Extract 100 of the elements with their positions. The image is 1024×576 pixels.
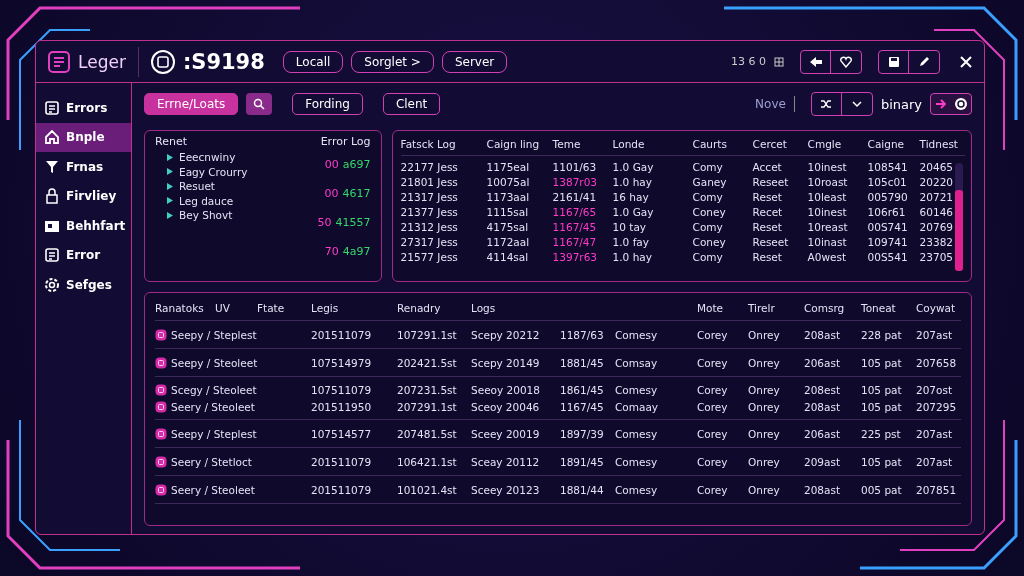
table-cell-text: 105c01: [867, 175, 908, 188]
heart-icon: [840, 55, 852, 68]
log-entry: 70 4a97: [324, 244, 371, 260]
tree-item[interactable]: Bey Shovt: [155, 208, 248, 223]
table-cell-text: Onrey: [748, 383, 781, 396]
table-cell-text: 201511079: [311, 483, 373, 496]
table-cell-text: 21801 Jess: [400, 175, 459, 188]
scrollbar[interactable]: [955, 163, 963, 271]
document-icon: [44, 99, 60, 116]
tree-item[interactable]: Eeecnwiny: [155, 150, 248, 165]
table-cell-text: 207231.5st: [397, 383, 458, 396]
table-cell-text: Sceey 20019: [471, 427, 541, 440]
save-icon: [887, 55, 900, 68]
table-cell-text: 005790: [867, 190, 909, 203]
table-cell-text: 201511950: [311, 400, 373, 413]
table-cell-text: 00S741: [867, 220, 909, 233]
home-icon: [44, 129, 60, 146]
tree-item[interactable]: Leg dauce: [155, 193, 248, 208]
column-header: Caign ling: [486, 138, 541, 150]
tree-item[interactable]: Resuet: [155, 179, 248, 194]
shuffle-icon: [820, 98, 833, 110]
table-cell-text: Corey: [697, 483, 729, 496]
table-cell-text: 107514577: [311, 427, 373, 440]
table-cell-text: Comesy: [615, 383, 659, 396]
table-cell-text: Recet: [752, 205, 784, 218]
table-cell: 20220: [919, 175, 953, 188]
lock-icon: [44, 188, 60, 205]
table-cell: Seepy / Steplest: [171, 427, 257, 440]
sidebar-item[interactable]: Bnple: [36, 122, 131, 152]
column-header: Tidnest: [919, 138, 959, 150]
table-cell-text: 1.0 Gay: [612, 160, 655, 173]
document-icon: [44, 247, 60, 264]
table-cell-text: 207ast: [916, 455, 954, 468]
table-cell-text: 1861/45: [560, 383, 605, 396]
table-cell-text: A0west: [807, 250, 848, 263]
table-cell-text: 207658: [916, 356, 958, 369]
table-cell-text: 005 pat: [861, 483, 903, 496]
table-cell-text: 207291.1st: [397, 400, 458, 413]
sidebar-item[interactable]: Behhfart: [36, 211, 131, 241]
header-button[interactable]: Locall: [282, 50, 344, 73]
log-entry: 00 4617: [324, 186, 371, 202]
table-cell-text: Onrey: [748, 455, 781, 468]
table-cell-text: Corey: [697, 328, 729, 341]
table-cell-text: 106421.1st: [397, 455, 458, 468]
table-cell-text: 1167/65: [552, 205, 598, 218]
table-cell-text: Comy: [692, 160, 724, 173]
table-cell-text: 10inest: [807, 205, 848, 218]
sidebar-item[interactable]: Sefges: [36, 270, 131, 300]
column-header: Caigne: [867, 138, 906, 150]
table-cell-text: 00S541: [867, 250, 909, 263]
column-header: UV: [215, 301, 231, 314]
pencil-icon: [918, 55, 930, 68]
column-header: Cercet: [752, 138, 788, 150]
search-button[interactable]: [246, 93, 273, 115]
column-header: Londe: [612, 138, 646, 150]
table-cell-text: 208ast: [804, 328, 842, 341]
record-icon: [155, 455, 167, 468]
table-cell-text: 10075al: [486, 175, 531, 188]
table-cell-text: 1881/45: [560, 356, 605, 369]
table-cell-text: Reseet: [752, 235, 790, 248]
table-cell-text: Reset: [752, 250, 783, 263]
view-label: Nove: [755, 97, 786, 111]
table-cell-text: Onrey: [748, 427, 781, 440]
header-button[interactable]: Server: [441, 50, 508, 73]
table-cell-text: 1175eal: [486, 160, 531, 173]
table-cell-text: 1.0 hay: [612, 175, 653, 188]
table-cell-text: 1.0 hay: [612, 250, 653, 263]
close-icon[interactable]: [960, 55, 972, 68]
table-cell-text: 1397r63: [552, 250, 598, 263]
sidebar-item[interactable]: Frnas: [36, 152, 131, 182]
table-cell: 60146: [919, 205, 953, 218]
column-header: Cmgle: [807, 138, 843, 150]
table-cell-text: 207481.5st: [397, 427, 458, 440]
table-cell-text: 207295: [916, 400, 958, 413]
sidebar-item[interactable]: Firvliey: [36, 181, 131, 211]
table-cell-text: Coney: [692, 205, 727, 218]
header-button[interactable]: Sorglet >: [351, 50, 434, 73]
table-cell-text: 1897/39: [560, 427, 605, 440]
table-cell-text: Onrey: [748, 483, 781, 496]
column-header: Caurts: [692, 138, 728, 150]
tab[interactable]: Errne/Loats: [144, 93, 239, 115]
table-cell-text: 201511079: [311, 455, 373, 468]
table-cell-text: 21577 Jess: [400, 250, 459, 263]
table-cell-text: 207ast: [916, 328, 954, 341]
tree-item[interactable]: Eagy Crourry: [155, 164, 248, 179]
table-cell-text: 4114sal: [486, 250, 530, 263]
table-cell: 20769: [919, 220, 953, 233]
tab[interactable]: Clent: [382, 93, 441, 115]
table-cell-text: Comy: [692, 190, 724, 203]
table-cell-text: 2161/41: [552, 190, 598, 203]
table-cell-text: 202421.5st: [397, 356, 458, 369]
table-cell-text: 1.0 fay: [612, 235, 650, 248]
tab[interactable]: Fording: [292, 93, 363, 115]
sidebar-item[interactable]: Errors: [36, 93, 131, 123]
table-cell-text: 1387r03: [552, 175, 598, 188]
table-cell-text: 10roast: [807, 175, 849, 188]
back-arrow-icon: [808, 55, 823, 68]
table-cell-text: 10 tay: [612, 220, 648, 233]
sidebar-item[interactable]: Error: [36, 240, 131, 270]
table-cell-text: 207ost: [916, 383, 954, 396]
